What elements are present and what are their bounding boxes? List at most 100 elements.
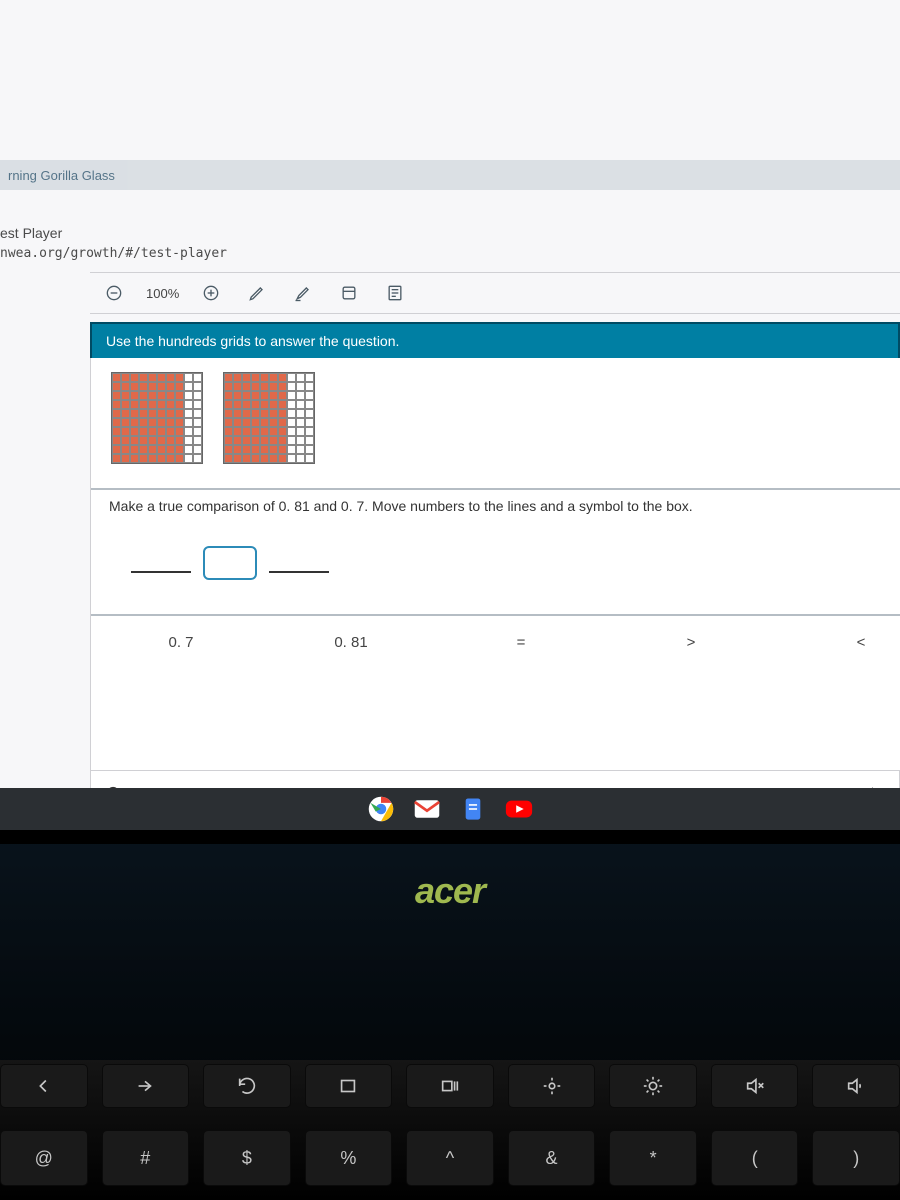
grid-cell bbox=[130, 427, 139, 436]
grid-cell bbox=[260, 445, 269, 454]
grid-cell bbox=[305, 400, 314, 409]
question-content: Make a true comparison of 0. 81 and 0. 7… bbox=[90, 358, 900, 772]
chrome-icon[interactable] bbox=[365, 793, 397, 825]
grid-cell bbox=[175, 382, 184, 391]
option-0-7[interactable]: 0. 7 bbox=[161, 634, 201, 651]
key-rparen: ) bbox=[812, 1130, 900, 1186]
key-dollar: $ bbox=[203, 1130, 291, 1186]
notes-icon[interactable] bbox=[381, 279, 409, 307]
grid-cell bbox=[139, 373, 148, 382]
grid-cell bbox=[184, 454, 193, 463]
grid-cell bbox=[166, 373, 175, 382]
tab-title: est Player bbox=[0, 225, 62, 241]
grid-cell bbox=[278, 427, 287, 436]
grid-cell bbox=[175, 373, 184, 382]
grid-cell bbox=[287, 400, 296, 409]
grid-cell bbox=[112, 454, 121, 463]
grid-cell bbox=[260, 427, 269, 436]
instruction-bar: Use the hundreds grids to answer the que… bbox=[90, 322, 900, 360]
option-less[interactable]: < bbox=[841, 634, 881, 651]
docs-icon[interactable] bbox=[457, 793, 489, 825]
grid-cell bbox=[166, 382, 175, 391]
grid-cell bbox=[260, 391, 269, 400]
url-bar-text: nwea.org/growth/#/test-player bbox=[0, 246, 227, 261]
grid-cell bbox=[224, 373, 233, 382]
grid-cell bbox=[269, 382, 278, 391]
zoom-out-icon[interactable] bbox=[100, 279, 128, 307]
grid-cell bbox=[184, 427, 193, 436]
number-drop-1[interactable] bbox=[131, 553, 191, 573]
key-fullscreen bbox=[305, 1064, 393, 1108]
grid-cell bbox=[287, 373, 296, 382]
key-at: @ bbox=[0, 1130, 88, 1186]
grid-cell bbox=[157, 409, 166, 418]
grid-cell bbox=[148, 418, 157, 427]
grid-cell bbox=[121, 400, 130, 409]
grid-cell bbox=[166, 436, 175, 445]
grid-cell bbox=[121, 409, 130, 418]
grid-cell bbox=[148, 436, 157, 445]
grid-cell bbox=[278, 400, 287, 409]
key-percent: % bbox=[305, 1130, 393, 1186]
grid-cell bbox=[121, 436, 130, 445]
grid-cell bbox=[233, 436, 242, 445]
grid-cell bbox=[175, 454, 184, 463]
grid-cell bbox=[296, 445, 305, 454]
grid-cell bbox=[305, 373, 314, 382]
grid-cell bbox=[296, 427, 305, 436]
grid-cell bbox=[130, 400, 139, 409]
option-equals[interactable]: = bbox=[501, 634, 541, 651]
player-toolbar: 100% bbox=[90, 272, 900, 314]
grid-cell bbox=[260, 436, 269, 445]
grid-cell bbox=[157, 373, 166, 382]
symbol-drop-box[interactable] bbox=[203, 546, 257, 580]
youtube-icon[interactable] bbox=[503, 793, 535, 825]
grid-cell bbox=[184, 409, 193, 418]
grid-cell bbox=[278, 454, 287, 463]
grid-cell bbox=[278, 382, 287, 391]
grid-cell bbox=[287, 436, 296, 445]
laptop-brand: acer bbox=[0, 870, 900, 912]
number-drop-2[interactable] bbox=[269, 553, 329, 573]
grid-cell bbox=[121, 454, 130, 463]
grid-cell bbox=[112, 409, 121, 418]
grid-cell bbox=[112, 418, 121, 427]
pencil-icon[interactable] bbox=[243, 279, 271, 307]
grid-cell bbox=[269, 445, 278, 454]
grid-cell bbox=[278, 391, 287, 400]
draggable-options: 0. 7 0. 81 = > < bbox=[91, 616, 900, 669]
option-0-81[interactable]: 0. 81 bbox=[331, 634, 371, 651]
grid-cell bbox=[139, 400, 148, 409]
grid-cell bbox=[148, 382, 157, 391]
grid-cell bbox=[157, 418, 166, 427]
prompt-text: Make a true comparison of 0. 81 and 0. 7… bbox=[91, 498, 900, 524]
grid-cell bbox=[130, 382, 139, 391]
key-lparen: ( bbox=[711, 1130, 799, 1186]
grid-cell bbox=[260, 418, 269, 427]
grid-cell bbox=[148, 391, 157, 400]
key-amp: & bbox=[508, 1130, 596, 1186]
zoom-in-icon[interactable] bbox=[197, 279, 225, 307]
grid-cell bbox=[305, 445, 314, 454]
grid-cell bbox=[242, 436, 251, 445]
grid-cell bbox=[242, 373, 251, 382]
chromeos-shelf bbox=[0, 788, 900, 830]
gmail-icon[interactable] bbox=[411, 793, 443, 825]
eraser-icon[interactable] bbox=[335, 279, 363, 307]
grid-cell bbox=[139, 445, 148, 454]
highlighter-icon[interactable] bbox=[289, 279, 317, 307]
grid-0-7 bbox=[223, 372, 315, 464]
grid-cell bbox=[224, 409, 233, 418]
browser-window: rning Gorilla Glass est Player nwea.org/… bbox=[0, 0, 900, 830]
grid-cell bbox=[193, 373, 202, 382]
grid-cell bbox=[175, 427, 184, 436]
grid-cell bbox=[305, 436, 314, 445]
grid-cell bbox=[139, 427, 148, 436]
grid-cell bbox=[175, 436, 184, 445]
grid-cell bbox=[305, 418, 314, 427]
zoom-level: 100% bbox=[146, 286, 179, 301]
option-greater[interactable]: > bbox=[671, 634, 711, 651]
grid-cell bbox=[260, 373, 269, 382]
grid-cell bbox=[148, 454, 157, 463]
grid-cell bbox=[130, 409, 139, 418]
